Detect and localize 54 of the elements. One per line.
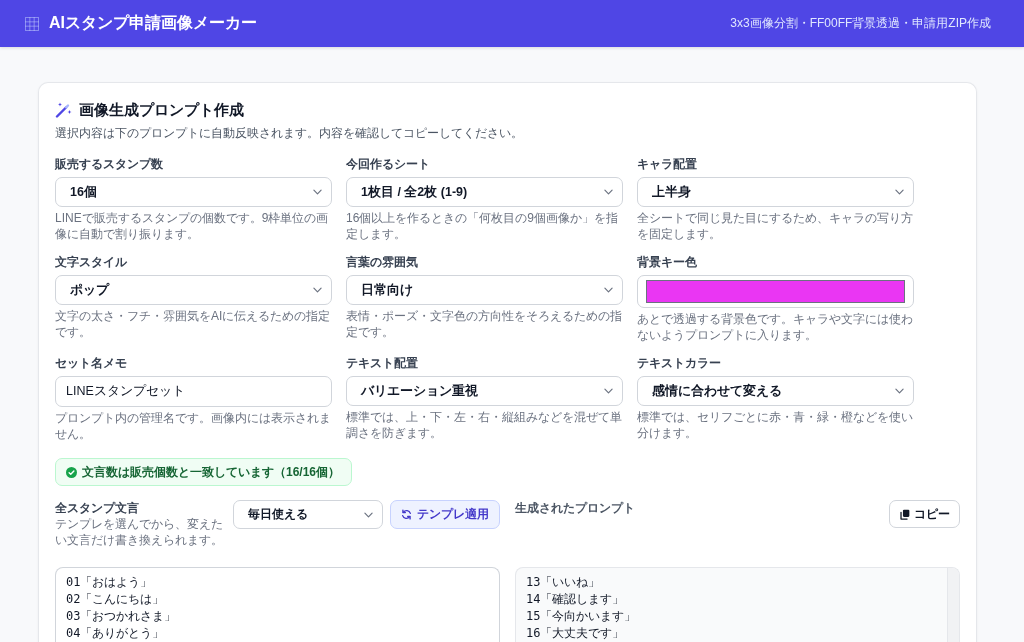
help-text: 標準では、セリフごとに赤・青・緑・橙などを使い分けます。 [637,409,914,441]
help-text: 文字の太さ・フチ・雰囲気をAIに伝えるための指定です。 [55,308,332,340]
help-text: 表情・ポーズ・文字色の方向性をそろえるための指定です。 [346,308,623,340]
copy-button[interactable]: コピー [889,500,960,528]
grid-icon [25,16,39,31]
help-text: 標準では、上・下・左・右・縦組みなどを混ぜて単調さを防ぎます。 [346,409,623,441]
field-label: セット名メモ [55,355,128,371]
help-text: LINEで販売するスタンプの個数です。9枠単位の画像に自動で割り振ります。 [55,210,330,242]
field-label: 全スタンプ文言 [55,500,140,516]
panel-title: 画像生成プロンプト作成 [79,100,244,120]
dropdown[interactable]: バリエーション重視 [346,376,623,406]
help-text: あとで透過する背景色です。キャラや文字には使わないようプロンプトに入ります。 [637,311,914,343]
check-circle-icon [66,466,77,478]
phrase-textarea[interactable]: 01「おはよう」 02「こんにちは」 03「おつかれさま」 04「ありがとう」 [55,567,500,642]
dropdown[interactable]: 毎日使える [233,500,383,529]
dropdown[interactable]: ポップ [55,275,332,305]
refresh-icon [401,509,412,520]
chevron-down-icon [313,189,322,195]
chevron-down-icon [604,388,613,394]
output-label: 生成されたプロンプト [515,500,635,516]
chevron-down-icon [364,511,373,518]
dropdown[interactable]: 16個 [55,177,332,207]
chevron-down-icon [895,388,904,394]
field-label: テキストカラー [637,355,722,371]
dropdown[interactable]: 1枚目 / 全2枚 (1-9) [346,177,623,207]
help-text: テンプレを選んでから、変えたい文言だけ書き換えられます。 [55,516,223,548]
field-label: 言葉の雰囲気 [346,254,419,270]
text-input[interactable]: LINEスタンプセット [55,376,332,407]
dropdown[interactable]: 上半身 [637,177,914,207]
prompt-output[interactable]: 13「いいね」 14「確認します」 15「今向かいます」 16「大丈夫です」 [515,567,960,642]
field-label: 文字スタイル [55,254,128,270]
apply-template-button[interactable]: テンプレ適用 [390,500,500,529]
status-text: 文言数は販売個数と一致しています（16/16個） [82,463,341,481]
chevron-down-icon [604,287,613,293]
dropdown[interactable]: 感情に合わせて変える [637,376,914,406]
help-text: 16個以上を作るときの「何枚目の9個画像か」を指定します。 [346,210,620,242]
field-label: 今回作るシート [346,156,431,172]
field-label: 背景キー色 [637,254,698,270]
magic-wand-icon [55,102,72,118]
chevron-down-icon [604,189,613,195]
dropdown[interactable]: 日常向け [346,275,623,305]
copy-icon [899,508,910,520]
chevron-down-icon [313,287,322,293]
field-label: テキスト配置 [346,355,419,371]
help-text: 全シートで同じ見た目にするため、キャラの写り方を固定します。 [637,210,914,242]
panel-description: 選択内容は下のプロンプトに自動反映されます。内容を確認してコピーしてください。 [55,125,524,141]
help-text: プロンプト内の管理名です。画像内には表示されません。 [55,410,332,442]
app-tagline: 3x3画像分割・FF00FF背景透過・申請用ZIP作成 [730,15,991,32]
field-label: 販売するスタンプ数 [55,156,164,172]
chevron-down-icon [895,189,904,195]
scrollbar[interactable] [947,568,959,642]
field-label: キャラ配置 [637,156,698,172]
app-title: AIスタンプ申請画像メーカー [49,13,257,33]
color-picker[interactable] [637,275,914,308]
